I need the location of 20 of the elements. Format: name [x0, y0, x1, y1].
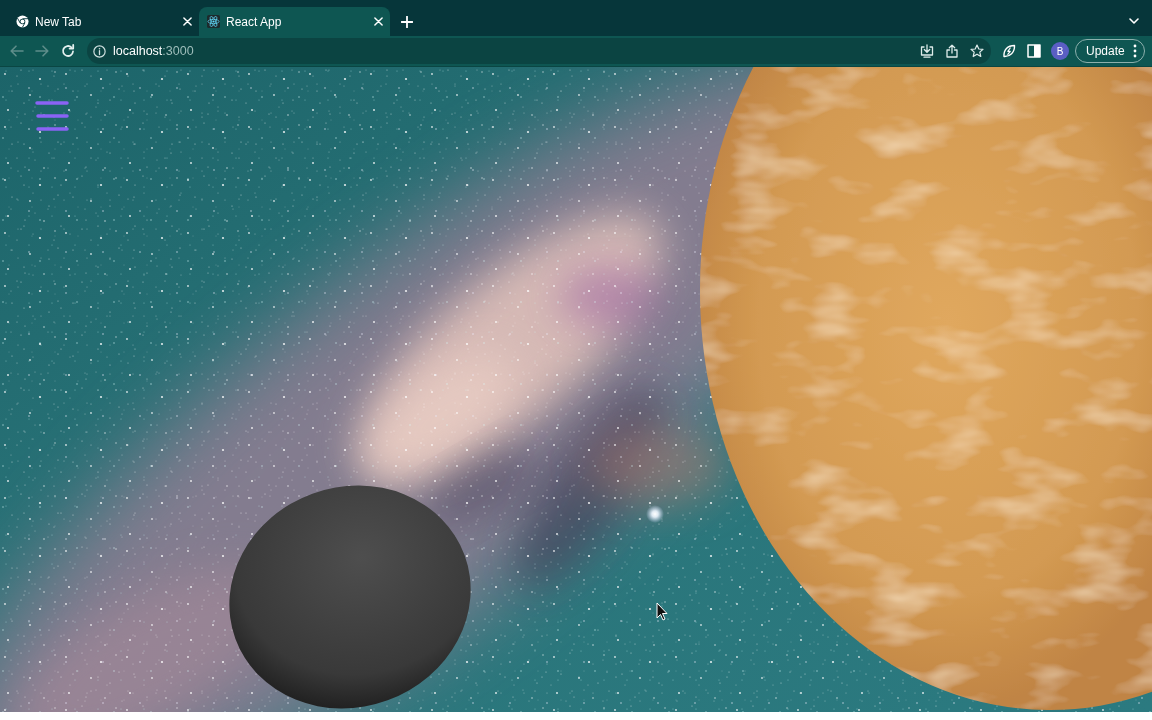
- download-icon[interactable]: [920, 44, 934, 58]
- more-vertical-icon[interactable]: [1133, 44, 1137, 58]
- url-text: localhost:3000: [113, 44, 194, 58]
- reload-icon[interactable]: [61, 44, 75, 58]
- close-icon[interactable]: [374, 17, 383, 26]
- address-bar[interactable]: localhost:3000: [87, 38, 991, 64]
- leaf-icon[interactable]: [1002, 44, 1016, 58]
- chevron-down-icon[interactable]: [1129, 18, 1139, 24]
- plus-icon[interactable]: [401, 16, 413, 28]
- browser-logo-icon: [16, 15, 29, 28]
- share-icon[interactable]: [946, 44, 958, 58]
- browser-tab[interactable]: React App: [199, 7, 390, 36]
- info-icon[interactable]: [93, 44, 106, 58]
- mouse-cursor-icon: [656, 602, 668, 621]
- profile-avatar[interactable]: B: [1051, 42, 1069, 60]
- atom-icon: [207, 15, 220, 28]
- side-panel-icon[interactable]: [1027, 44, 1041, 58]
- close-icon[interactable]: [183, 17, 192, 26]
- star-icon[interactable]: [970, 44, 984, 58]
- browser-tab[interactable]: New Tab: [8, 7, 199, 36]
